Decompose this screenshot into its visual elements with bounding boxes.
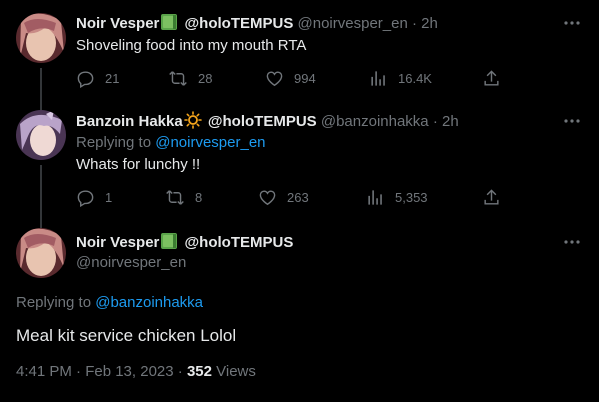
avatar-banzoin-hakka[interactable] xyxy=(16,110,66,160)
thread-connector xyxy=(40,68,42,116)
author-org[interactable]: @holoTEMPUS xyxy=(208,113,317,130)
replying-to: Replying to @banzoinhakka xyxy=(16,293,203,313)
tweet-header: Banzoin Hakka @holoTEMPUS @banzoinhakka … xyxy=(76,111,459,135)
author-org[interactable]: @holoTEMPUS xyxy=(185,234,294,251)
retweet-icon xyxy=(165,188,185,207)
share-button[interactable] xyxy=(482,187,501,207)
author-handle[interactable]: @noirvesper_en xyxy=(298,15,408,32)
replying-mention[interactable]: @noirvesper_en xyxy=(155,134,265,151)
retweet-button[interactable]: 8 xyxy=(165,187,202,207)
like-count: 263 xyxy=(287,189,309,205)
views-button[interactable]: 16.4K xyxy=(369,68,432,88)
like-button[interactable]: 994 xyxy=(265,68,316,88)
avatar-noir-vesper[interactable] xyxy=(16,13,66,63)
tweet-banzoin[interactable]: Banzoin Hakka @holoTEMPUS @banzoinhakka … xyxy=(0,110,599,228)
replying-label: Replying to xyxy=(76,134,156,151)
tweet-noir-1[interactable]: Noir Vesper @holoTEMPUS @noirvesper_en ·… xyxy=(0,0,599,116)
tweet-text: Meal kit service chicken Lolol xyxy=(16,326,237,345)
separator-dot: · xyxy=(432,113,438,130)
reply-count: 21 xyxy=(105,70,120,86)
tweet-time[interactable]: 2h xyxy=(421,15,438,32)
replying-mention[interactable]: @banzoinhakka xyxy=(95,294,203,311)
share-icon xyxy=(482,69,501,88)
green-book-icon xyxy=(160,13,178,37)
more-options-icon[interactable] xyxy=(562,232,582,252)
separator-dot: · xyxy=(411,15,417,32)
author-handle[interactable]: @banzoinhakka xyxy=(321,113,429,130)
author-name[interactable]: Noir Vesper xyxy=(76,15,159,32)
analytics-icon xyxy=(369,69,388,88)
analytics-icon xyxy=(366,188,385,207)
share-icon xyxy=(482,188,501,207)
like-button[interactable]: 263 xyxy=(258,187,309,207)
author-name[interactable]: Banzoin Hakka xyxy=(76,113,183,130)
author-org[interactable]: @holoTEMPUS xyxy=(185,15,294,32)
views-count: 16.4K xyxy=(398,70,432,86)
replying-to: Replying to @noirvesper_en xyxy=(76,133,266,153)
reply-button[interactable]: 21 xyxy=(76,68,119,88)
retweet-icon xyxy=(168,69,188,88)
views-button[interactable]: 5,353 xyxy=(366,187,428,207)
views-count: 5,353 xyxy=(395,189,428,205)
action-bar: 1 8 263 5,353 xyxy=(76,187,506,207)
author-handle[interactable]: @noirvesper_en xyxy=(76,253,186,273)
views-count: 352 xyxy=(186,363,212,380)
retweet-button[interactable]: 28 xyxy=(168,68,212,88)
sun-icon xyxy=(183,111,202,135)
main-tweet: Noir Vesper @holoTEMPUS @noirvesper_en R… xyxy=(0,228,599,402)
tweet-text: Shoveling food into my mouth RTA xyxy=(76,37,307,54)
action-bar: 21 28 994 16.4K xyxy=(76,68,506,88)
retweet-count: 8 xyxy=(195,189,203,205)
heart-icon xyxy=(265,69,284,88)
more-options-icon[interactable] xyxy=(562,13,582,33)
like-count: 994 xyxy=(294,70,316,86)
author-name[interactable]: Noir Vesper xyxy=(76,234,159,251)
tweet-timestamp[interactable]: 4:41 PM · Feb 13, 2023 · xyxy=(16,363,187,380)
thread-connector xyxy=(40,165,42,228)
tweet-thread: Noir Vesper @holoTEMPUS @noirvesper_en ·… xyxy=(0,0,599,402)
tweet-header: Noir Vesper @holoTEMPUS @noirvesper_en ·… xyxy=(76,13,438,37)
share-button[interactable] xyxy=(482,68,501,88)
views-label: Views xyxy=(211,363,256,380)
more-options-icon[interactable] xyxy=(562,111,582,131)
tweet-text: Whats for lunchy !! xyxy=(76,156,201,173)
avatar-noir-vesper[interactable] xyxy=(16,228,66,278)
replying-label: Replying to xyxy=(16,294,96,311)
heart-icon xyxy=(258,188,277,207)
reply-icon xyxy=(76,69,95,88)
retweet-count: 28 xyxy=(198,70,213,86)
tweet-time[interactable]: 2h xyxy=(442,113,459,130)
reply-button[interactable]: 1 xyxy=(76,187,112,207)
tweet-meta: 4:41 PM · Feb 13, 2023 · 352 Views xyxy=(16,363,256,380)
reply-count: 1 xyxy=(105,189,113,205)
reply-icon xyxy=(76,188,95,207)
